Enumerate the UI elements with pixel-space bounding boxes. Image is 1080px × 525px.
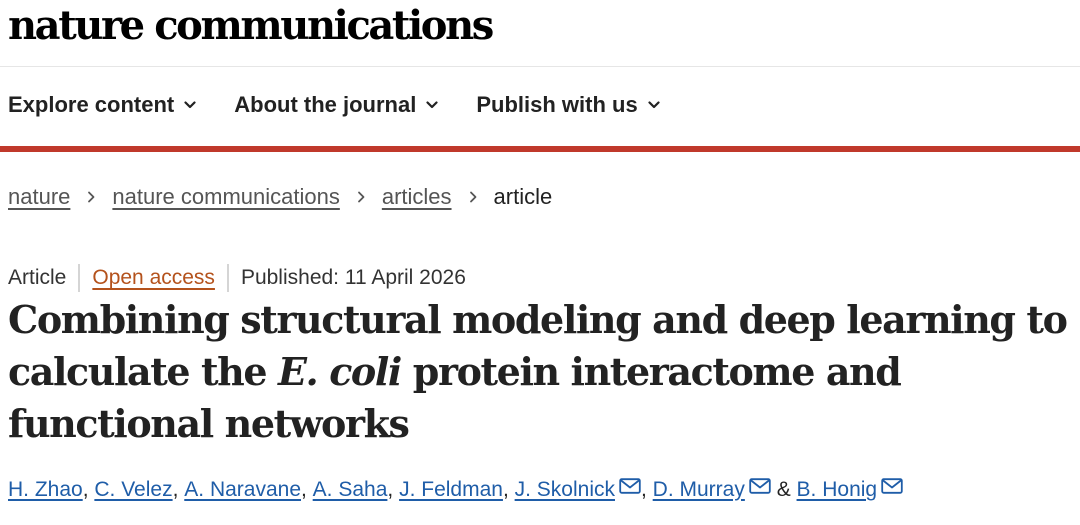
site-header: nature communications [0,0,1080,67]
nav-about-the-journal[interactable]: About the journal [234,92,438,118]
author-link[interactable]: H. Zhao [8,478,83,502]
author-separator: , [301,478,313,501]
author-separator: , [82,478,95,501]
main-navigation: Explore content About the journal Publis… [8,92,698,118]
published-date: Published: 11 April 2026 [240,266,466,289]
chevron-right-icon [357,191,365,203]
author-link[interactable]: A. Saha [313,478,388,502]
author-link[interactable]: B. Honig [797,478,878,502]
nav-label: About the journal [234,92,417,117]
meta-divider [226,264,229,292]
breadcrumb: nature nature communications articles ar… [8,184,552,210]
nav-publish-with-us[interactable]: Publish with us [476,92,660,118]
article-title: Combining structural modeling and deep l… [8,294,1078,450]
title-species: E. coli [277,349,402,394]
chevron-right-icon [88,191,95,203]
nav-label: Publish with us [476,92,638,117]
envelope-icon[interactable] [881,478,903,494]
author-link[interactable]: C. Velez [94,478,172,502]
nav-label: Explore content [8,92,175,117]
nav-explore-content[interactable]: Explore content [8,92,196,118]
author-separator: , [387,478,400,501]
accent-rule [0,146,1080,152]
open-access-link[interactable]: Open access [92,266,215,290]
article-meta: Article Open access Published: 11 April … [8,264,466,292]
breadcrumb-current: article [493,184,553,209]
breadcrumb-nature[interactable]: nature [8,184,70,210]
author-link[interactable]: J. Skolnick [515,478,615,502]
author-link[interactable]: J. Feldman [399,478,503,502]
author-separator: , [641,478,653,501]
chevron-down-icon [184,101,196,109]
chevron-right-icon [469,191,476,203]
envelope-icon[interactable] [619,478,641,494]
article-type: Article [8,266,67,289]
author-separator: & [770,478,797,501]
breadcrumb-nature-communications[interactable]: nature communications [112,184,339,210]
meta-divider [78,264,81,292]
author-link[interactable]: A. Naravane [184,478,301,502]
chevron-down-icon [426,101,438,109]
author-separator: , [502,478,515,501]
journal-logo[interactable]: nature communications [8,2,494,50]
author-separator: , [172,478,185,501]
author-list: H. Zhao, C. Velez, A. Naravane, A. Saha,… [8,478,903,502]
envelope-icon[interactable] [749,478,771,494]
author-link[interactable]: D. Murray [653,478,745,502]
chevron-down-icon [648,101,660,109]
breadcrumb-articles[interactable]: articles [382,184,452,210]
